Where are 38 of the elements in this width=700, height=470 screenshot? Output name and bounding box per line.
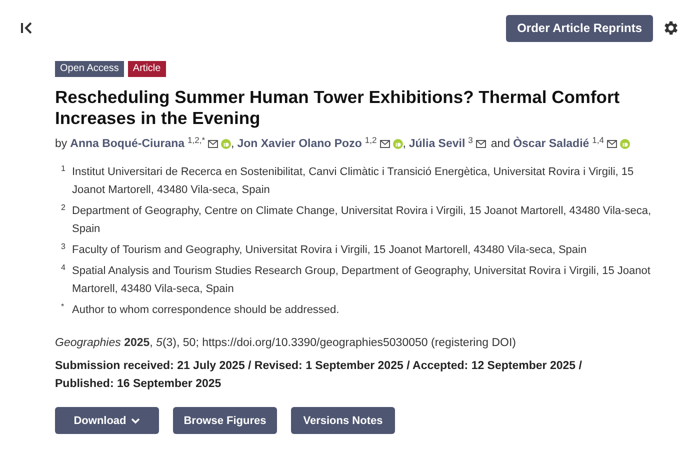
author-link[interactable]: Júlia Sevil — [408, 135, 466, 153]
author-link[interactable]: Jon Xavier Olano Pozo — [237, 135, 362, 153]
affiliation-number: 3 — [61, 241, 66, 253]
mail-icon[interactable] — [208, 140, 218, 148]
article-tag: Article — [128, 61, 166, 77]
mail-icon[interactable] — [380, 140, 390, 148]
action-button[interactable]: Browse Figures — [173, 407, 277, 434]
separator-text: and — [490, 137, 510, 152]
download-button[interactable]: Download — [55, 407, 159, 434]
affiliation-marks: 3 — [468, 134, 473, 147]
article-tag: Open Access — [55, 61, 124, 77]
action-button[interactable]: Versions Notes — [291, 407, 395, 434]
affiliation-marks: 1,2,* — [188, 134, 206, 147]
byline-text: by — [55, 137, 68, 152]
author-link[interactable]: Anna Boqué-Ciurana — [70, 135, 185, 153]
mail-icon[interactable] — [476, 140, 486, 148]
settings-icon[interactable] — [662, 19, 680, 37]
affiliation-number: * — [61, 301, 66, 313]
affiliation-marks: 1,2 — [364, 134, 377, 147]
separator-text: , — [402, 137, 406, 152]
affiliation-number: 4 — [61, 262, 66, 274]
affiliation-text: Department of Geography, Centre on Climate Change, Universitat Rovira i Virgili, 15 Joanot Martorell, 43480 Vila-seca, Spain — [72, 204, 652, 237]
mail-icon[interactable] — [606, 140, 617, 148]
affiliation-marks: 1,4 — [592, 134, 604, 147]
author-link[interactable]: Òscar Saladié — [513, 135, 590, 153]
article-title: Rescheduling Summer Human Tower Exhibitions? Thermal Comfort Increases in the Evening — [55, 87, 621, 129]
affiliation-text: Faculty of Tourism and Geography, Universitat Rovira i Virgili, 15 Joanot Martorell, 43480 Vila-seca, Spain — [72, 243, 587, 258]
dates-text: Submission received: 21 July 2025 / Revised: 1 September 2025 / Accepted: 12 September 2025 / Published: 16 September 2025 — [55, 359, 583, 392]
chevron-down-icon — [131, 418, 140, 424]
order-reprints-button[interactable]: Order Article Reprints — [506, 14, 653, 42]
citation-text: Geographies 2025, 5(3), 50; https://doi.org/10.3390/geographies5030050 (registering DOI) — [55, 337, 517, 349]
collapse-icon[interactable] — [20, 22, 34, 34]
affiliation-number: 1 — [61, 163, 66, 175]
affiliation-text: Institut Universitari de Recerca en Sostenibilitat, Canvi Climàtic i Transició Energètica, Universitat Rovira i Virgili, 15 Joanot Martorell, 43480 Vila-seca, Spain — [72, 165, 635, 198]
affiliation-text: Spatial Analysis and Tourism Studies Research Group, Department of Geography, Universitat Rovira i Virgili, 15 Joanot Martorell, 43480 Vila-seca, Spain — [72, 264, 652, 297]
affiliation-text: Author to whom correspondence should be addressed. — [72, 303, 340, 318]
affiliation-number: 2 — [61, 202, 66, 214]
separator-text: , — [231, 137, 234, 152]
